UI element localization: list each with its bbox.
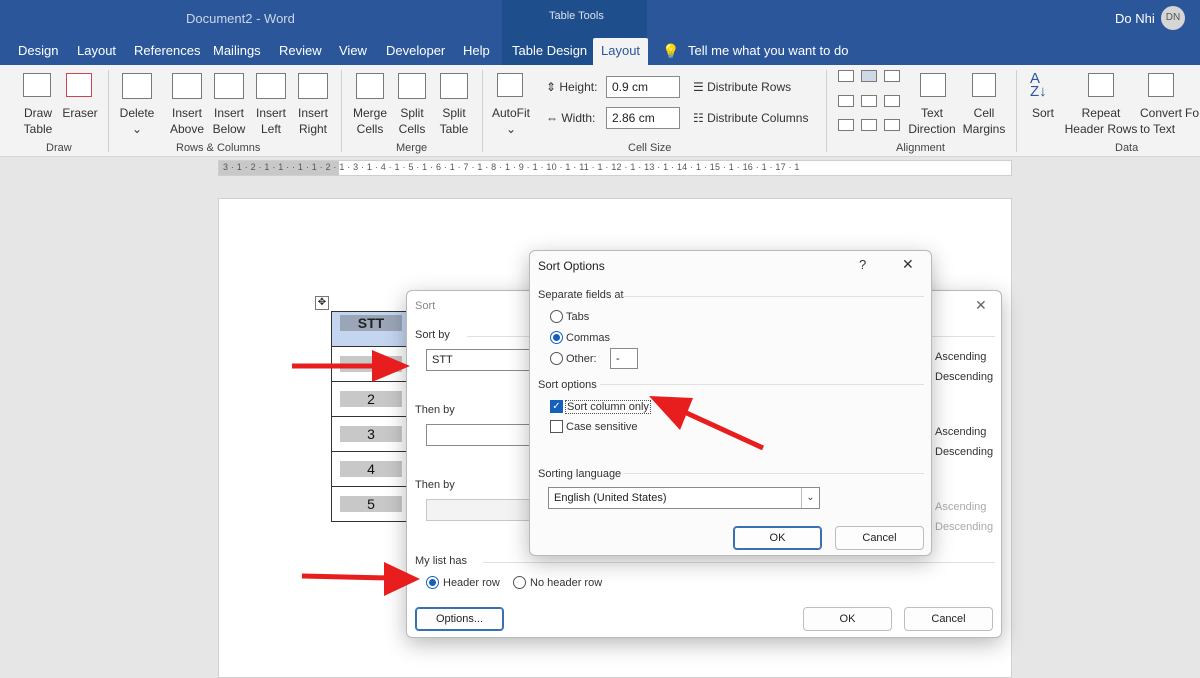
arrow-to-sort-column-only xyxy=(678,407,765,451)
arrow-to-header-row xyxy=(301,573,391,581)
arrow-head-sort-by xyxy=(372,350,410,382)
arrow-head-sort-column-only xyxy=(649,396,693,430)
annotation-arrows xyxy=(292,350,765,596)
arrow-head-header-row xyxy=(384,562,420,596)
